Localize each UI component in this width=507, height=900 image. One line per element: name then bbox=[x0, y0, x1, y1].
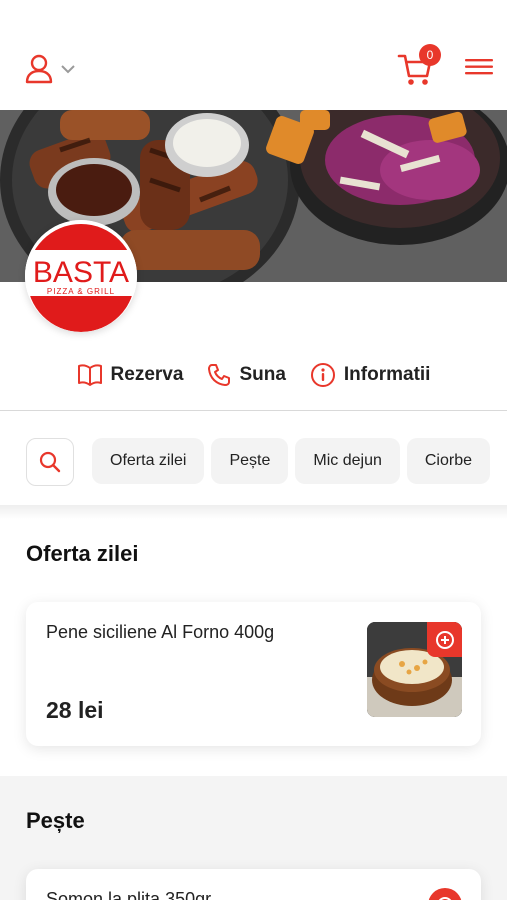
plus-circle-icon bbox=[435, 630, 454, 649]
user-icon bbox=[25, 54, 53, 84]
info-icon bbox=[310, 363, 335, 387]
add-to-cart-button[interactable] bbox=[427, 622, 462, 657]
reserve-label: Rezerva bbox=[110, 364, 184, 385]
info-label: Informatii bbox=[343, 364, 431, 385]
category-chip-oferta-zilei[interactable]: Oferta zilei bbox=[92, 438, 205, 484]
restaurant-logo: BASTA PIZZA & GRILL bbox=[25, 220, 137, 332]
plus-circle-icon bbox=[438, 897, 452, 900]
category-chip-ciorbe[interactable]: Ciorbe bbox=[406, 438, 491, 484]
menu-item-card[interactable]: Somon la plita 350gr bbox=[26, 869, 481, 900]
cart-count-badge: 0 bbox=[419, 44, 441, 66]
account-button[interactable] bbox=[25, 52, 85, 86]
book-icon bbox=[77, 364, 102, 386]
menu-item-card[interactable]: Pene siciliene Al Forno 400g 28 lei bbox=[26, 602, 481, 746]
category-chips: Oferta zilei Pește Mic dejun Ciorbe bbox=[92, 438, 507, 486]
phone-icon bbox=[208, 364, 231, 386]
menu-item-name: Pene siciliene Al Forno 400g bbox=[46, 622, 275, 642]
section-peste: Pește Somon la plita 350gr bbox=[0, 776, 507, 900]
search-button[interactable] bbox=[26, 438, 74, 486]
category-bar: Oferta zilei Pește Mic dejun Ciorbe bbox=[0, 411, 507, 511]
top-bar: 0 bbox=[0, 0, 507, 110]
cart-button[interactable]: 0 bbox=[397, 44, 441, 86]
call-button[interactable]: Suna bbox=[207, 363, 286, 387]
reserve-button[interactable]: Rezerva bbox=[77, 364, 184, 386]
menu-item-name: Somon la plita 350gr bbox=[46, 889, 212, 900]
info-button[interactable]: Informatii bbox=[310, 362, 431, 388]
menu-item-price: 28 lei bbox=[46, 697, 104, 723]
section-title-peste: Pește bbox=[26, 808, 85, 833]
restaurant-actions: Rezerva Suna Informatii bbox=[0, 352, 507, 398]
section-title-oferta-zilei: Oferta zilei bbox=[26, 541, 139, 566]
hamburger-menu-icon bbox=[465, 59, 493, 75]
category-chip-peste[interactable]: Pește bbox=[211, 438, 289, 484]
svg-text:BASTA: BASTA bbox=[33, 256, 129, 289]
call-label: Suna bbox=[239, 364, 286, 385]
add-to-cart-button[interactable] bbox=[428, 888, 462, 900]
menu-button[interactable] bbox=[463, 55, 495, 79]
svg-text:PIZZA & GRILL: PIZZA & GRILL bbox=[47, 287, 115, 296]
category-chip-mic-dejun[interactable]: Mic dejun bbox=[295, 438, 400, 484]
search-icon bbox=[39, 451, 61, 473]
chevron-down-icon bbox=[61, 65, 75, 74]
category-bar-shadow bbox=[0, 505, 507, 519]
